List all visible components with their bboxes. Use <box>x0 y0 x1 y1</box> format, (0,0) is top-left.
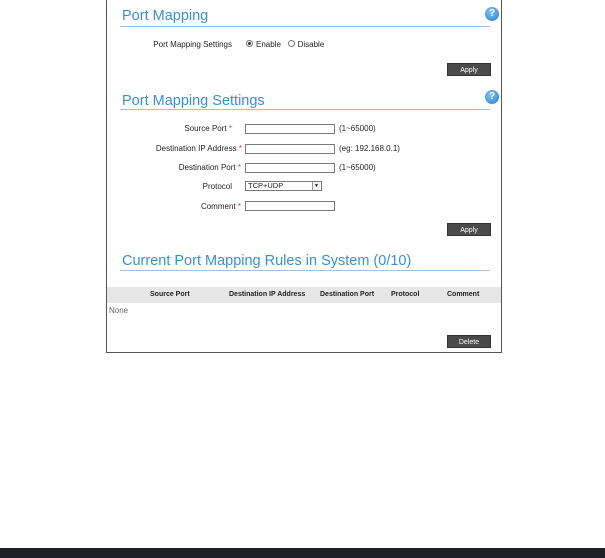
destination-ip-input[interactable] <box>245 144 335 154</box>
column-comment: Comment <box>447 291 480 298</box>
column-destination-port: Destination Port <box>320 291 375 298</box>
destination-port-label: Destination Port * <box>178 163 241 172</box>
section-divider <box>120 109 490 110</box>
delete-button[interactable]: Delete <box>447 335 491 348</box>
bottom-bar <box>0 548 605 558</box>
source-port-input[interactable] <box>245 124 335 134</box>
port-mapping-settings-title: Port Mapping Settings <box>122 93 265 109</box>
enable-radio-group: Enable Disable <box>246 40 324 49</box>
rules-table-header: Source Port Destination IP Address Desti… <box>107 287 501 303</box>
column-source-port: Source Port <box>150 291 190 298</box>
help-icon[interactable]: ? <box>485 90 499 104</box>
section-divider <box>120 270 490 271</box>
protocol-label: Protocol <box>202 182 232 191</box>
destination-port-hint: (1~65000) <box>339 163 376 172</box>
help-icon[interactable]: ? <box>485 7 499 21</box>
enable-radio[interactable] <box>246 40 253 48</box>
destination-port-input[interactable] <box>245 163 335 173</box>
protocol-select[interactable]: TCP+UDP ▼ <box>245 181 322 191</box>
apply-button[interactable]: Apply <box>447 223 491 236</box>
disable-radio[interactable] <box>287 40 295 48</box>
source-port-hint: (1~65000) <box>339 124 376 133</box>
rules-empty-text: None <box>109 306 129 315</box>
column-protocol: Protocol <box>391 291 420 298</box>
protocol-selected-value: TCP+UDP <box>248 181 284 190</box>
apply-button[interactable]: Apply <box>447 63 491 76</box>
destination-ip-label: Destination IP Address * <box>155 144 242 153</box>
destination-ip-hint: (eg: 192.168.0.1) <box>339 144 400 153</box>
port-mapping-panel: Port Mapping ? Port Mapping Settings Ena… <box>106 0 502 353</box>
source-port-label: Source Port * <box>184 124 232 133</box>
chevron-down-icon[interactable]: ▼ <box>312 182 320 190</box>
comment-label: Comment * <box>200 202 241 211</box>
port-mapping-title: Port Mapping <box>122 8 209 24</box>
comment-input[interactable] <box>245 201 335 211</box>
section-divider <box>120 26 490 27</box>
column-destination-ip: Destination IP Address <box>229 291 306 298</box>
disable-label: Disable <box>297 40 325 49</box>
enable-label: Enable <box>256 40 281 49</box>
rules-title: Current Port Mapping Rules in System (0/… <box>122 253 412 269</box>
port-mapping-settings-label: Port Mapping Settings <box>153 40 232 49</box>
